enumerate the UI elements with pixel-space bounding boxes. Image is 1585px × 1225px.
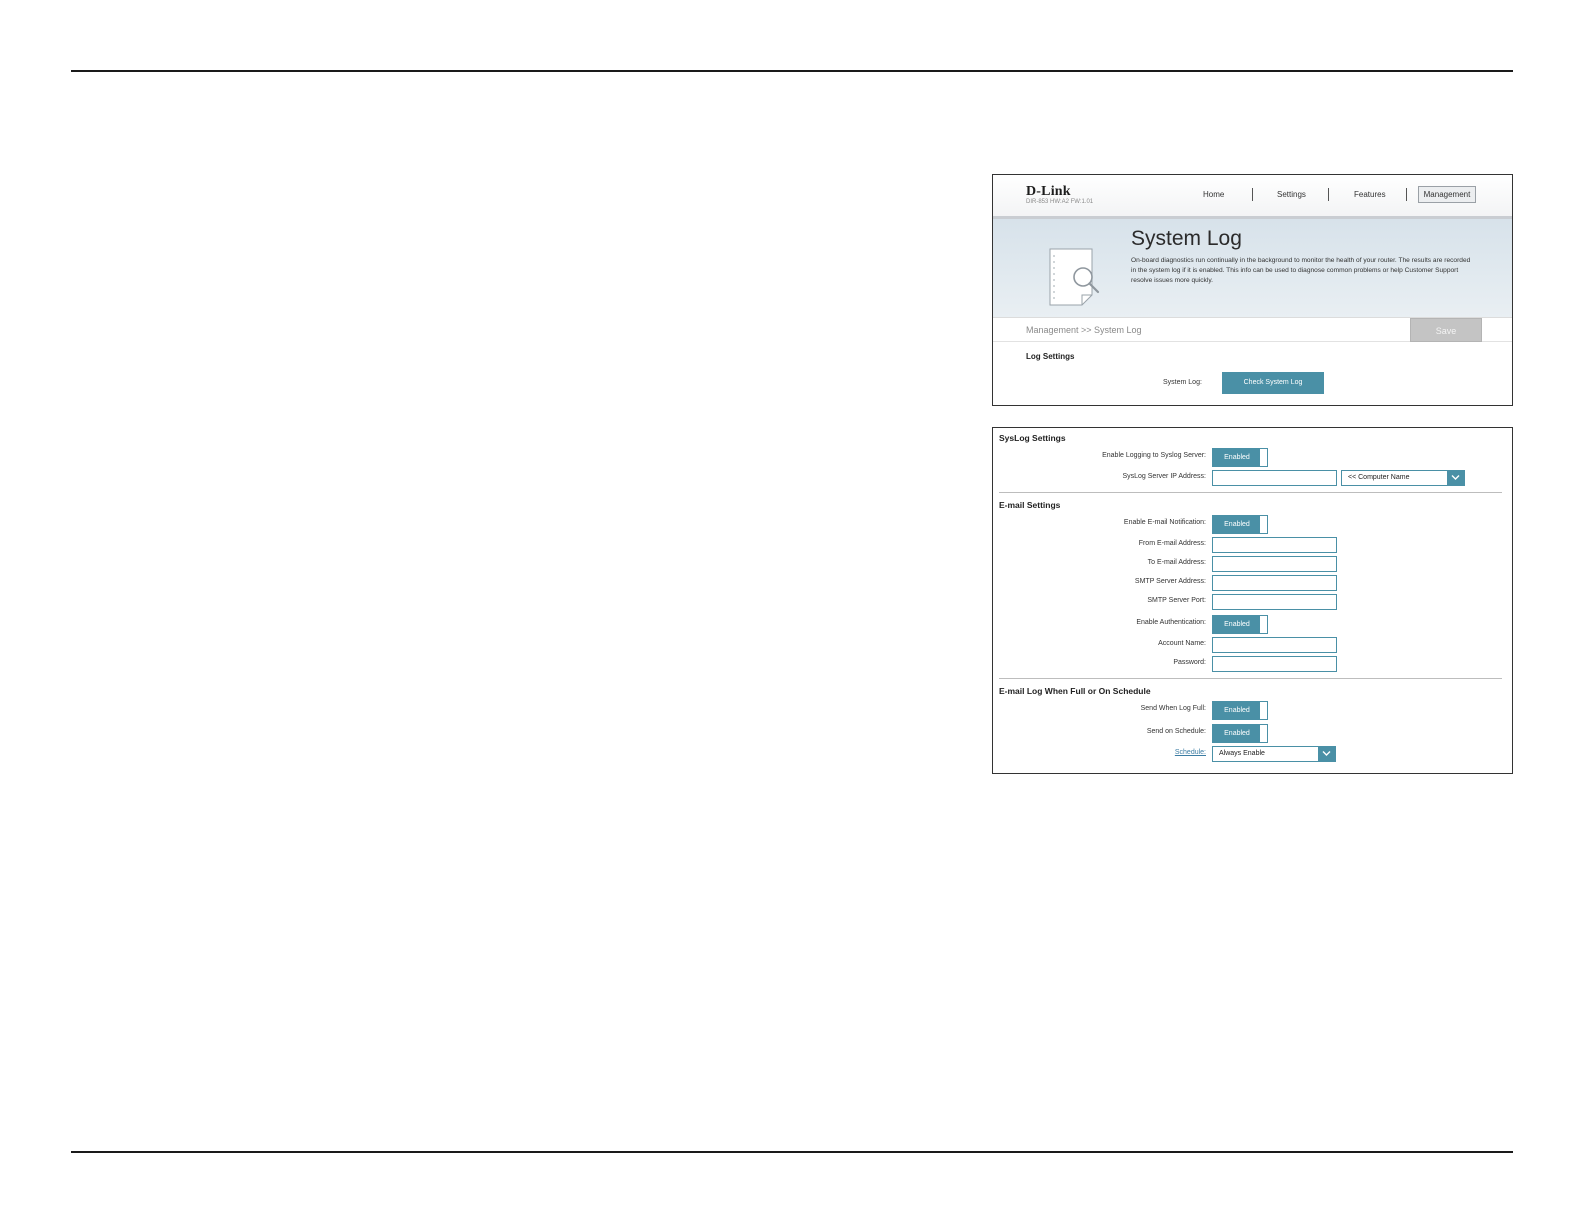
toggle-knob [1260,702,1267,719]
toggle-state: Enabled [1213,516,1261,533]
save-button[interactable]: Save [1410,318,1482,342]
smtp-port-label: SMTP Server Port: [1147,597,1206,604]
chevron-down-icon [1447,471,1464,485]
system-log-screenshot: D-Link DIR-853 HW:A2 FW:1.01 Home Settin… [992,174,1513,406]
smtp-address-input[interactable] [1212,575,1337,591]
computer-name-value: << Computer Name [1348,474,1410,481]
syslog-enable-toggle[interactable]: Enabled [1212,448,1268,467]
model-info: DIR-853 HW:A2 FW:1.01 [1026,199,1094,205]
toggle-state: Enabled [1213,725,1261,742]
toggle-knob [1260,616,1267,633]
account-name-input[interactable] [1212,637,1337,653]
bottom-rule [71,1151,1513,1153]
toggle-knob [1260,449,1267,466]
nav-management[interactable]: Management [1418,186,1476,203]
email-enable-label: Enable E-mail Notification: [1123,519,1206,526]
document-search-icon [1049,248,1100,306]
computer-name-select[interactable]: << Computer Name [1341,470,1465,486]
toggle-state: Enabled [1213,702,1261,719]
to-email-label: To E-mail Address: [1147,559,1206,566]
from-email-input[interactable] [1212,537,1337,553]
smtp-port-input[interactable] [1212,594,1337,610]
password-label: Password: [1173,659,1206,666]
syslog-ip-input[interactable] [1212,470,1337,486]
log-settings-title: Log Settings [1026,352,1075,361]
toggle-knob [1260,725,1267,742]
auth-enable-label: Enable Authentication: [1136,619,1206,626]
section-divider [999,492,1502,493]
breadcrumb[interactable]: Management >> System Log [1026,325,1142,335]
send-on-schedule-toggle[interactable]: Enabled [1212,724,1268,743]
toggle-state: Enabled [1213,449,1261,466]
auth-enable-toggle[interactable]: Enabled [1212,615,1268,634]
log-settings-screenshot: SysLog Settings Enable Logging to Syslog… [992,427,1513,774]
to-email-input[interactable] [1212,556,1337,572]
syslog-ip-label: SysLog Server IP Address: [1122,473,1206,480]
syslog-settings-title: SysLog Settings [999,433,1066,443]
system-log-label: System Log: [1163,379,1202,386]
account-name-label: Account Name: [1158,640,1206,647]
schedule-link[interactable]: Schedule: [1175,749,1206,756]
smtp-address-label: SMTP Server Address: [1134,578,1206,585]
email-enable-toggle[interactable]: Enabled [1212,515,1268,534]
send-when-full-label: Send When Log Full: [1140,705,1206,712]
page-banner: System Log On-board diagnostics run cont… [993,219,1512,318]
nav-settings[interactable]: Settings [1277,190,1306,199]
nav-separator [1328,188,1329,201]
password-input[interactable] [1212,656,1337,672]
from-email-label: From E-mail Address: [1138,540,1206,547]
nav-separator [1252,188,1253,201]
email-log-schedule-title: E-mail Log When Full or On Schedule [999,686,1151,696]
chevron-down-icon [1318,747,1335,761]
send-when-full-toggle[interactable]: Enabled [1212,701,1268,720]
top-header: D-Link DIR-853 HW:A2 FW:1.01 Home Settin… [993,175,1512,219]
schedule-value: Always Enable [1219,750,1265,757]
nav-features[interactable]: Features [1354,190,1386,199]
nav-home[interactable]: Home [1203,190,1224,199]
syslog-enable-label: Enable Logging to Syslog Server: [1102,452,1206,459]
nav-separator [1406,188,1407,201]
page-description: On-board diagnostics run continually in … [1131,257,1471,284]
section-divider [999,678,1502,679]
send-on-schedule-label: Send on Schedule: [1146,728,1206,735]
toggle-knob [1260,516,1267,533]
email-settings-title: E-mail Settings [999,500,1061,510]
toggle-state: Enabled [1213,616,1261,633]
schedule-select[interactable]: Always Enable [1212,746,1336,762]
page-title: System Log [1131,227,1242,250]
check-system-log-button[interactable]: Check System Log [1222,372,1324,394]
top-rule [71,70,1513,72]
dlink-logo[interactable]: D-Link [1026,184,1071,200]
breadcrumb-bar: Management >> System Log Save [993,318,1512,342]
